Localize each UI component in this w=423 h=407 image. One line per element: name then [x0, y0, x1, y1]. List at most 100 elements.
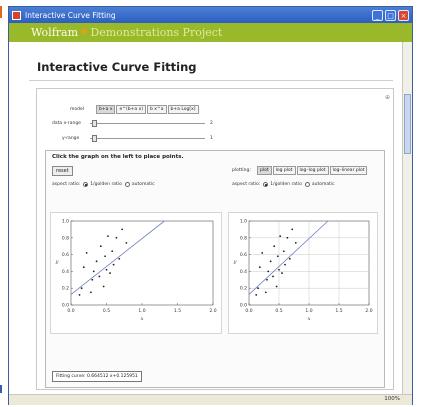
- data-point: [125, 241, 128, 244]
- spikey-icon: ✸: [80, 27, 89, 38]
- model-label: model: [70, 107, 85, 112]
- data-point: [281, 272, 283, 274]
- data-point: [275, 285, 278, 288]
- right-aspect-control: aspect ratio: 1/golden ratio automatic: [232, 182, 335, 187]
- app-icon: [12, 10, 21, 20]
- toggle-controls-icon[interactable]: ⊕: [385, 94, 390, 101]
- data-point: [115, 236, 118, 239]
- fit-line: [248, 220, 329, 295]
- page-title: Interactive Curve Fitting: [37, 60, 197, 74]
- data-point: [91, 278, 94, 281]
- model-option-exponential[interactable]: e^(b+a x): [116, 105, 147, 114]
- data-point: [95, 260, 98, 263]
- data-xrange-value: 2: [210, 121, 213, 126]
- data-xrange-label: data x-range: [52, 121, 81, 126]
- right-plot-box: 0.0 0.5 1.0 1.5 2.0 0.0 0.2 0.4 0.6 0.8 1.0 x y: [228, 212, 378, 334]
- data-point: [255, 294, 258, 296]
- data-point: [104, 255, 106, 258]
- slider-knob[interactable]: [92, 120, 97, 127]
- minimize-button[interactable]: _: [372, 9, 383, 21]
- data-entry-plot[interactable]: 0.0 0.5 1.0 1.5 2.0 0.0 0.2 0.4 0.6 0.8 1.0 x y: [51, 213, 221, 333]
- title-bar: Interactive Curve Fitting _ □ ×: [9, 7, 412, 23]
- yrange-slider[interactable]: [90, 135, 205, 142]
- aspect-golden-radio[interactable]: [83, 182, 89, 187]
- aspect-automatic-radio[interactable]: [124, 182, 130, 187]
- data-point: [257, 287, 259, 290]
- close-button[interactable]: ×: [398, 9, 409, 21]
- data-point: [118, 257, 121, 260]
- x-tick-label: 1.0: [305, 308, 312, 314]
- project-name: Demonstrations Project: [90, 26, 223, 39]
- data-point: [272, 275, 274, 278]
- slider-knob[interactable]: [92, 135, 97, 142]
- data-point: [284, 263, 286, 266]
- x-axis-label: x: [141, 316, 144, 322]
- data-point: [278, 268, 280, 271]
- data-point: [267, 270, 270, 273]
- y-tick-label: 0.0: [240, 303, 247, 309]
- vertical-scrollbar[interactable]: [402, 42, 412, 394]
- left-aspect-control: aspect ratio: 1/golden ratio automatic: [52, 182, 155, 187]
- data-point: [98, 275, 101, 278]
- data-point: [92, 270, 95, 273]
- y-tick-label: 1.0: [240, 219, 247, 225]
- yrange-label: y-range: [62, 136, 80, 141]
- data-point: [286, 236, 289, 239]
- data-point: [282, 250, 285, 253]
- x-tick-label: 2.0: [365, 308, 372, 314]
- data-point: [80, 287, 83, 290]
- aspect-automatic-label: automatic: [131, 182, 155, 187]
- plot-option-log[interactable]: log plot: [272, 166, 296, 175]
- plot-option-loglinear[interactable]: log–linear plot: [329, 166, 368, 175]
- aspect-golden-radio[interactable]: [263, 182, 269, 187]
- plot-option-plot[interactable]: plot: [257, 166, 272, 175]
- aspect-automatic-radio[interactable]: [304, 182, 310, 187]
- zoom-level[interactable]: 100%: [384, 396, 400, 402]
- x-tick-label: 0.5: [275, 308, 282, 314]
- yrange-value: 1: [210, 136, 213, 141]
- aspect-golden-label: 1/golden ratio: [270, 182, 302, 187]
- y-tick-label: 0.8: [62, 235, 69, 241]
- data-point: [105, 268, 108, 271]
- x-tick-label: 0.5: [103, 308, 110, 314]
- reset-button[interactable]: reset: [52, 166, 73, 176]
- slider-track: [90, 123, 205, 124]
- data-point: [109, 272, 111, 274]
- data-point: [121, 228, 124, 231]
- y-tick-label: 1.0: [62, 219, 69, 225]
- title-divider: [29, 80, 393, 81]
- model-option-power[interactable]: b x^a: [147, 105, 167, 114]
- data-point: [288, 257, 291, 260]
- x-tick-label: 2.0: [209, 308, 216, 314]
- data-point: [273, 245, 276, 248]
- y-tick-label: 0.6: [240, 252, 247, 258]
- plot-frame: [70, 220, 214, 306]
- left-edge-accent-bottom: [0, 385, 2, 393]
- data-point: [264, 291, 267, 294]
- data-point: [78, 294, 81, 296]
- model-option-log[interactable]: b+a Log[x]: [167, 105, 199, 114]
- x-tick-label: 1.5: [335, 308, 342, 314]
- plot-option-loglog[interactable]: log–log plot: [296, 166, 329, 175]
- y-axis-label: y: [233, 259, 237, 265]
- aspect-golden-label: 1/golden ratio: [90, 182, 122, 187]
- data-point: [266, 278, 268, 281]
- y-tick-label: 0.0: [62, 303, 69, 309]
- model-selector: b+a x e^(b+a x) b x^a b+a Log[x]: [96, 105, 200, 114]
- wolfram-banner[interactable]: Wolfram ✸ Demonstrations Project: [9, 23, 412, 42]
- y-tick-label: 0.4: [62, 269, 69, 275]
- data-xrange-slider[interactable]: [90, 120, 205, 127]
- window-title: Interactive Curve Fitting: [25, 10, 116, 20]
- scrollbar-thumb[interactable]: [404, 94, 411, 154]
- data-point: [258, 266, 261, 269]
- data-point: [102, 285, 105, 288]
- data-point: [82, 266, 85, 269]
- data-point: [269, 260, 272, 263]
- data-point: [279, 235, 282, 238]
- model-option-linear[interactable]: b+a x: [96, 105, 116, 114]
- fitting-curve-readout: Fitting curve: 0.664512 x+0.125951: [52, 371, 142, 382]
- x-tick-label: 1.5: [174, 308, 181, 314]
- aspect-automatic-label: automatic: [311, 182, 335, 187]
- data-point: [294, 241, 297, 244]
- maximize-button[interactable]: □: [385, 9, 396, 21]
